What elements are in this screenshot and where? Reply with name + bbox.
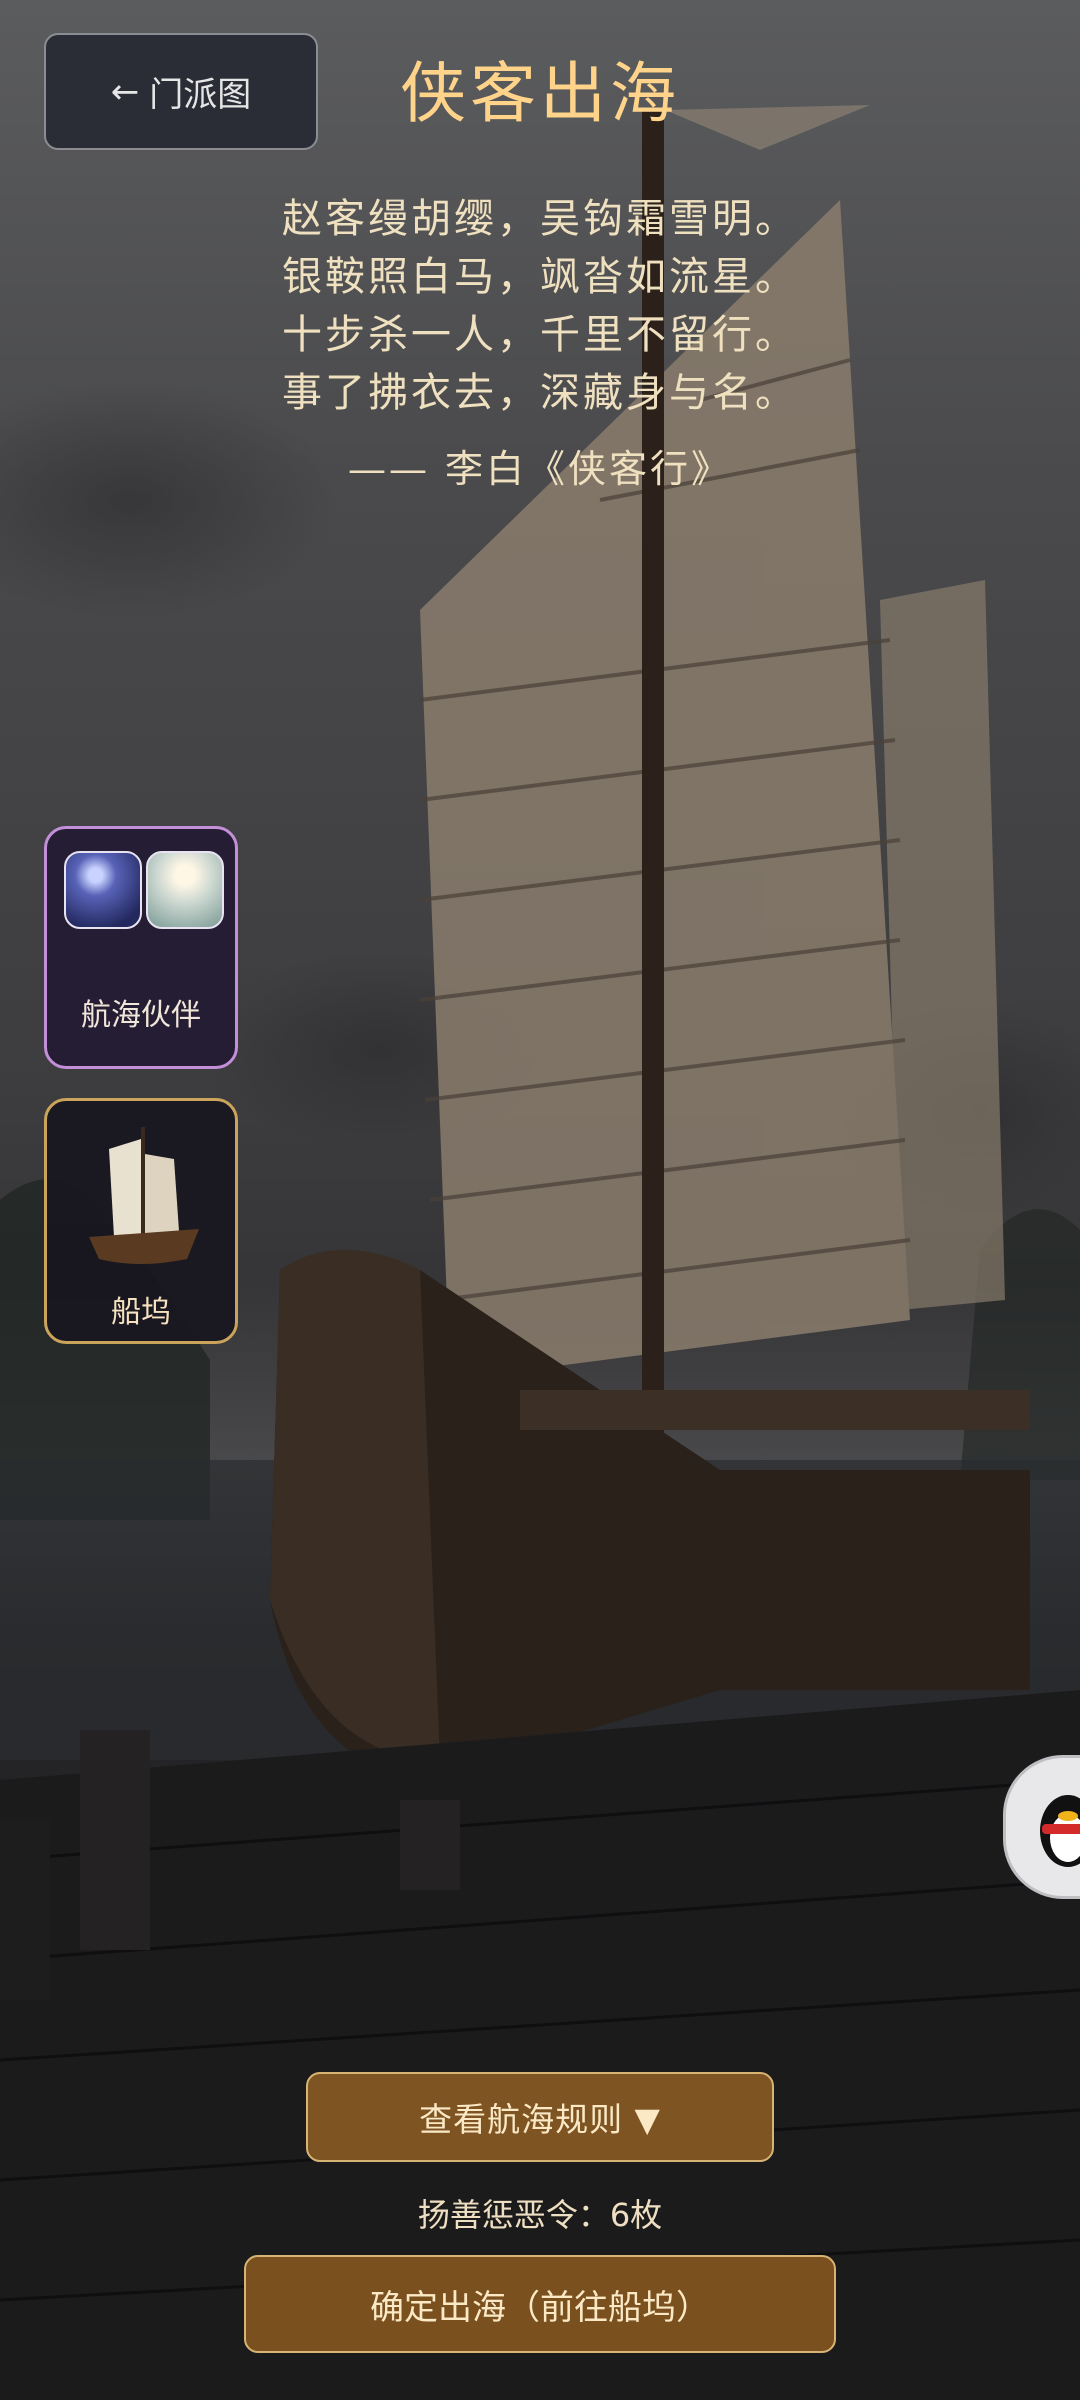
qq-penguin-icon [1040,1795,1080,1867]
ship-icon [89,1127,199,1264]
poem: 赵客缦胡缨，吴钩霜雪明。 银鞍照白马，飒沓如流星。 十步杀一人，千里不留行。 事… [200,190,880,498]
back-to-sect-map-button[interactable]: ← 门派图 [44,33,318,150]
token-count: 扬善惩恶令：6枚 [417,2196,663,2234]
poem-line: 事了拂衣去，深藏身与名。 [282,370,798,416]
back-button-label: 门派图 [149,75,252,115]
shipyard-card[interactable]: 船坞 [44,1098,238,1344]
voyage-partner-card[interactable]: 航海伙伴 [44,826,238,1069]
poem-line: 赵客缦胡缨，吴钩霜雪明。 [282,196,798,242]
shipyard-label: 船坞 [111,1295,171,1330]
confirm-voyage-button[interactable]: 确定出海（前往船坞） [244,2255,836,2353]
voyage-partner-label: 航海伙伴 [81,998,201,1033]
arrow-left-icon: ← [110,71,140,112]
voyage-screen: ← 门派图 侠客出海 赵客缦胡缨，吴钩霜雪明。 银鞍照白马，飒沓如流星。 十步杀… [0,0,1080,2400]
view-voyage-rules-button[interactable]: 查看航海规则 ▼ [306,2072,774,2162]
partner-avatar [146,851,224,929]
poem-line: 银鞍照白马，飒沓如流星。 [282,254,798,300]
page-title: 侠客出海 [400,55,680,132]
poem-line: 十步杀一人，千里不留行。 [282,312,798,358]
partner-avatar [64,851,142,929]
poem-author: —— 李白《侠客行》 [347,447,733,491]
